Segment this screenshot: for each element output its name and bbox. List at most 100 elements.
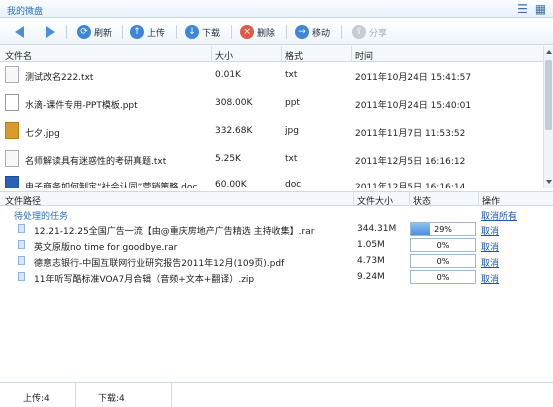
scrollbar-thumb[interactable] (545, 60, 552, 130)
download-count-cell: 下载:4 (76, 383, 172, 407)
progress-bar: 0% (410, 238, 476, 252)
file-name: 七夕.jpg (25, 129, 60, 139)
column-divider (409, 192, 410, 206)
refresh-label: 刷新 (94, 28, 113, 39)
txt-file-icon (5, 66, 19, 83)
file-row[interactable]: 七夕.jpg 332.68K jpg 2011年11月7日 11:53:52 (0, 118, 543, 144)
delete-label: 删除 (257, 28, 276, 39)
toolbar: ⟳ 刷新 ↑ 上传 ↓ 下载 × 删除 → 移动 ⇪ 分享 (0, 19, 553, 45)
file-list-scrollbar[interactable] (543, 46, 553, 188)
column-divider (351, 46, 352, 62)
share-button[interactable]: ⇪ 分享 (352, 23, 387, 41)
upload-icon: ↑ (130, 25, 144, 39)
task-row: 德意志银行-中国互联网行业研究报告2011年12月(109页).pdf 4.73… (0, 253, 553, 269)
doc-file-icon (5, 176, 19, 188)
delete-icon: × (240, 25, 254, 39)
share-label: 分享 (369, 28, 388, 39)
file-row[interactable]: 测试改名222.txt 0.01K txt 2011年10月24日 15:41:… (0, 62, 543, 88)
toolbar-divider (286, 25, 287, 39)
cancel-link[interactable]: 取消 (481, 272, 499, 285)
ppt-file-icon (5, 94, 19, 111)
file-icon (18, 272, 25, 281)
progress-label: 0% (436, 273, 450, 282)
window-title: 我的微盘 (7, 7, 44, 17)
progress-label: 0% (436, 257, 450, 266)
upload-button[interactable]: ↑ 上传 (130, 23, 165, 41)
task-path: 德意志银行-中国互联网行业研究报告2011年12月(109页).pdf (34, 259, 285, 269)
task-list-header: 文件路径 文件大小 状态 操作 (0, 191, 553, 207)
cancel-link[interactable]: 取消 (481, 240, 499, 253)
txt-file-icon (5, 150, 19, 167)
toolbar-divider (122, 25, 123, 39)
column-divider (281, 46, 282, 62)
file-row[interactable]: 名师解读具有迷惑性的考研真题.txt 5.25K txt 2011年12月5日 … (0, 146, 543, 172)
progress-label: 29% (434, 225, 452, 234)
toolbar-divider (341, 25, 342, 39)
file-time: 2011年12月5日 16:16:12 (355, 157, 466, 167)
progress-bar: 29% (410, 222, 476, 236)
file-name: 电子商务如何制定“社会认同”营销策略.doc (25, 183, 198, 188)
column-header-size[interactable]: 大小 (215, 49, 233, 62)
file-format: doc (285, 180, 302, 188)
jpg-file-icon (5, 122, 19, 139)
task-path: 11年听写酷标准VOA7月合辑（音频+文本+翻译）.zip (34, 275, 255, 285)
file-list: 测试改名222.txt 0.01K txt 2011年10月24日 15:41:… (0, 62, 543, 188)
refresh-icon: ⟳ (77, 25, 91, 39)
file-time: 2011年10月24日 15:41:57 (355, 73, 472, 83)
column-header-path: 文件路径 (5, 197, 42, 207)
scroll-up-icon[interactable] (546, 50, 552, 54)
share-icon: ⇪ (352, 25, 366, 39)
file-format: txt (285, 154, 298, 164)
file-list-header: 文件名 大小 格式 时间 (0, 46, 543, 62)
file-size: 60.00K (215, 180, 247, 188)
upload-label: 上传 (147, 28, 166, 39)
cancel-link[interactable]: 取消 (481, 256, 499, 269)
view-switcher: ☰ ▦ (516, 3, 547, 15)
column-header-time[interactable]: 时间 (355, 49, 373, 62)
file-name: 测试改名222.txt (25, 73, 94, 83)
toolbar-divider (231, 25, 232, 39)
move-icon: → (295, 25, 309, 39)
file-format: ppt (285, 98, 300, 108)
file-time: 2011年12月5日 16:16:14 (355, 183, 466, 188)
forward-arrow-icon[interactable] (46, 26, 55, 38)
column-divider (478, 192, 479, 206)
download-icon: ↓ (185, 25, 199, 39)
download-button[interactable]: ↓ 下载 (185, 23, 220, 41)
toolbar-divider (66, 25, 67, 39)
move-label: 移动 (312, 28, 331, 39)
progress-bar: 0% (410, 254, 476, 268)
title-bar: 我的微盘 ☰ ▦ (0, 0, 553, 18)
progress-bar: 0% (410, 270, 476, 284)
column-divider (353, 192, 354, 206)
refresh-button[interactable]: ⟳ 刷新 (77, 23, 112, 41)
upload-count: 上传:4 (23, 394, 50, 404)
back-arrow-icon[interactable] (15, 26, 24, 38)
task-size: 4.73M (357, 256, 385, 266)
cancel-link[interactable]: 取消 (481, 224, 499, 237)
toolbar-divider (176, 25, 177, 39)
file-size: 308.00K (215, 98, 253, 108)
column-header-name[interactable]: 文件名 (5, 49, 32, 62)
task-path: 12.21-12.25全国广告一流【由@重庆房地产广告精选 主持收集】.rar (34, 227, 315, 237)
file-time: 2011年11月7日 11:53:52 (355, 129, 466, 139)
grid-view-icon[interactable]: ▦ (534, 3, 547, 15)
delete-button[interactable]: × 删除 (240, 23, 275, 41)
file-icon (18, 256, 25, 265)
task-size: 1.05M (357, 240, 385, 250)
move-button[interactable]: → 移动 (295, 23, 330, 41)
column-header-format[interactable]: 格式 (285, 49, 303, 62)
list-view-icon[interactable]: ☰ (516, 3, 529, 15)
download-label: 下载 (202, 28, 221, 39)
scroll-down-icon[interactable] (546, 180, 552, 184)
file-name: 水滴-课件专用-PPT模板.ppt (25, 101, 138, 111)
file-row[interactable]: 水滴-课件专用-PPT模板.ppt 308.00K ppt 2011年10月24… (0, 90, 543, 116)
file-size: 5.25K (215, 154, 241, 164)
upload-count-cell: 上传:4 (0, 383, 76, 407)
task-row: 英文原版no time for goodbye.rar 1.05M 0% 取消 (0, 237, 553, 253)
download-count: 下载:4 (98, 394, 125, 404)
file-row[interactable]: 电子商务如何制定“社会认同”营销策略.doc 60.00K doc 2011年1… (0, 172, 543, 188)
file-size: 0.01K (215, 70, 241, 80)
column-divider (211, 46, 212, 62)
task-size: 344.31M (357, 224, 397, 234)
